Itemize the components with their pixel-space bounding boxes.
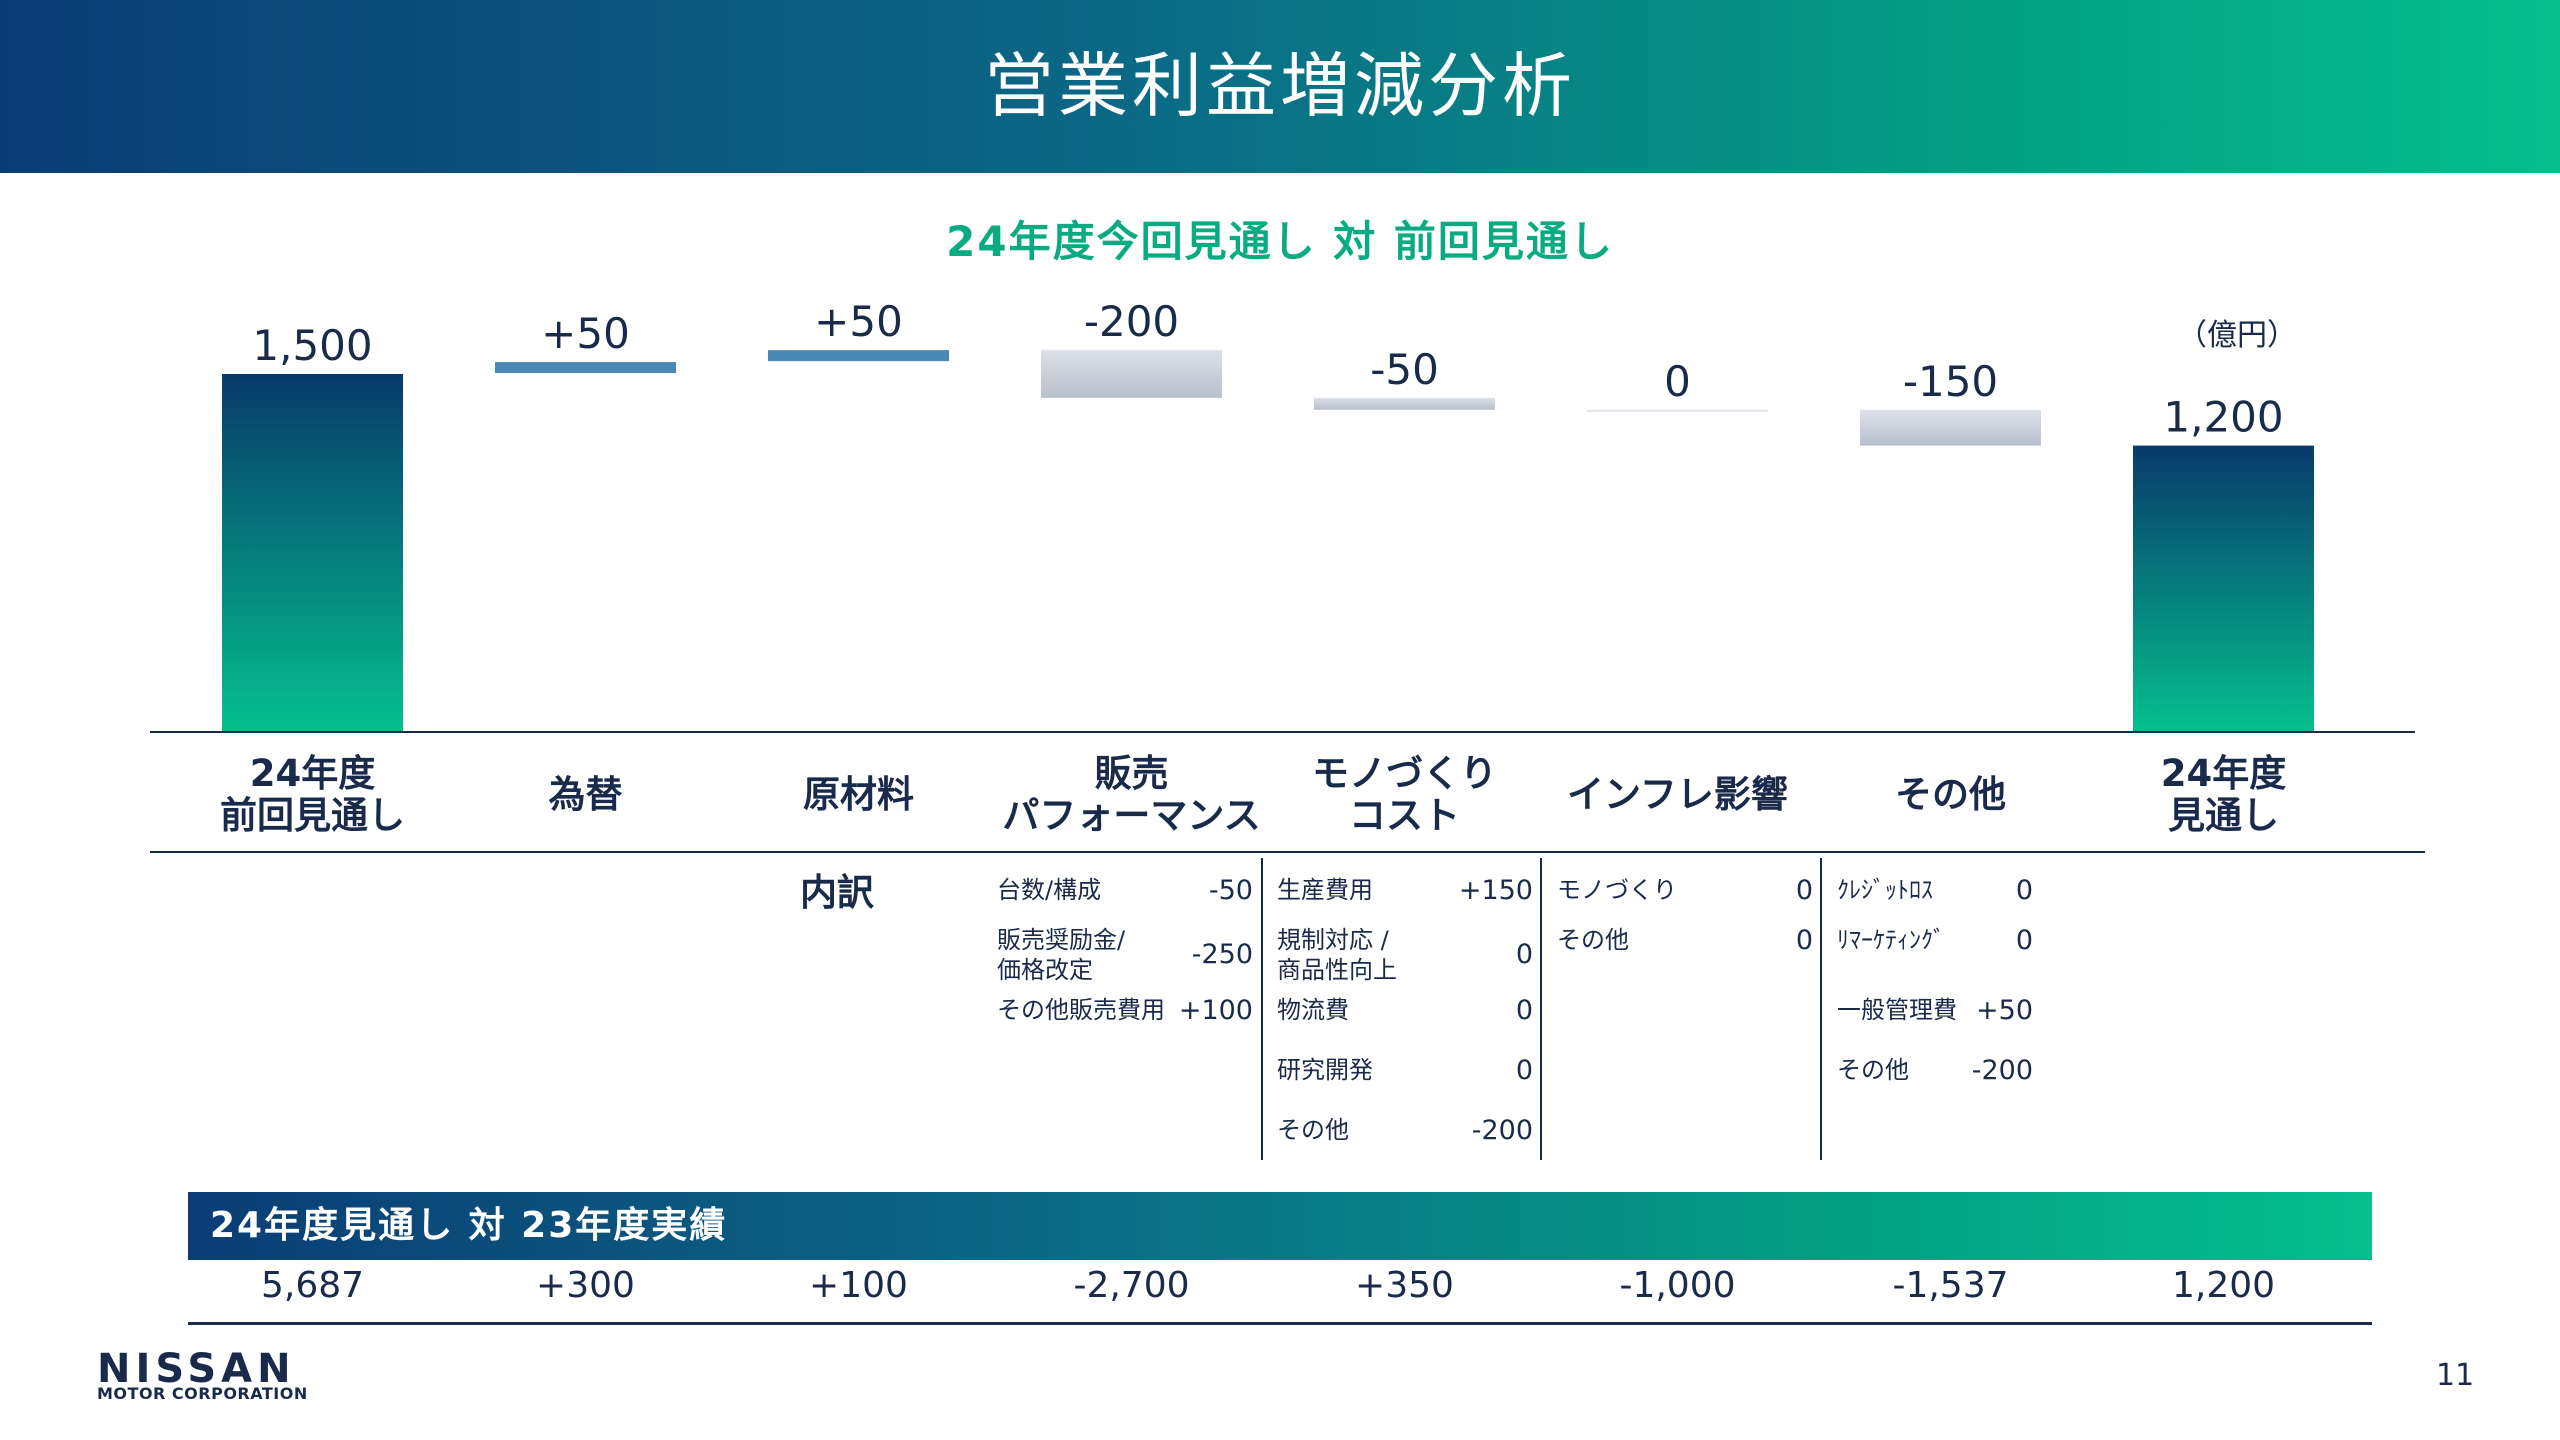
breakdown-item-label: 台数/構成 — [997, 876, 1102, 904]
category-label-6: その他 — [1895, 773, 2006, 816]
unit-label: （億円） — [2177, 318, 2297, 353]
comparison-underline — [188, 1322, 2372, 1325]
breakdown-item-label: その他 — [1837, 1056, 1909, 1084]
category-label-7: 24年度 見通し — [2160, 752, 2287, 837]
bar-value-label-2: +50 — [814, 297, 903, 346]
category-label-3: 販売 パフォーマンス — [1002, 752, 1261, 837]
breakdown-item-value: -50 — [1208, 875, 1253, 906]
breakdown-divider-2 — [1540, 858, 1542, 1160]
breakdown-item-value: 0 — [1795, 875, 1813, 906]
breakdown-item-value: 0 — [1515, 995, 1533, 1026]
bar-value-label-4: -50 — [1370, 345, 1439, 394]
bar-5 — [1587, 409, 1768, 412]
comparison-value-4: +350 — [1355, 1265, 1454, 1306]
breakdown-item-label: その他販売費用 — [997, 996, 1165, 1024]
bar-4 — [1314, 397, 1495, 410]
bar-3 — [1041, 350, 1222, 398]
breakdown-item-label: 生産費用 — [1277, 876, 1373, 904]
comparison-value-7: 1,200 — [2171, 1265, 2276, 1306]
category-label-0: 24年度 前回見通し — [220, 752, 405, 837]
breakdown-item-value: 0 — [1795, 925, 1813, 956]
category-label-2: 原材料 — [803, 773, 914, 816]
breakdown-item-value: +150 — [1458, 875, 1533, 906]
breakdown-item-value: 0 — [2015, 875, 2033, 906]
comparison-value-5: -1,000 — [1619, 1265, 1736, 1306]
breakdown-item-value: 0 — [1515, 939, 1533, 970]
comparison-value-1: +300 — [536, 1265, 635, 1306]
comparison-value-3: -2,700 — [1073, 1265, 1190, 1306]
breakdown-divider-3 — [1820, 858, 1822, 1160]
breakdown-item-value: +100 — [1178, 995, 1253, 1026]
category-label-4: モノづくり コスト — [1312, 752, 1497, 837]
breakdown-item-label: モノづくり — [1557, 876, 1677, 904]
comparison-value-6: -1,537 — [1892, 1265, 2009, 1306]
category-label-5: インフレ影響 — [1567, 773, 1788, 816]
breakdown-item-label: 規制対応 / 商品性向上 — [1277, 926, 1397, 984]
breakdown-item-label: その他 — [1557, 926, 1629, 954]
comparison-value-0: 5,687 — [260, 1265, 365, 1306]
bar-value-label-0: 1,500 — [252, 321, 372, 370]
bar-value-label-3: -200 — [1084, 297, 1179, 346]
breakdown-title: 内訳 — [800, 871, 874, 914]
bar-0 — [222, 374, 403, 732]
bar-1 — [495, 362, 676, 374]
breakdown-divider-1 — [1261, 858, 1263, 1160]
category-label-1: 為替 — [548, 773, 623, 816]
breakdown-item-label: 販売奨励金/ 価格改定 — [997, 926, 1126, 984]
breakdown-item-value: +50 — [1976, 995, 2033, 1026]
bar-value-label-6: -150 — [1903, 357, 1998, 406]
breakdown-item-value: 0 — [2015, 925, 2033, 956]
breakdown-item-label: 研究開発 — [1277, 1056, 1373, 1084]
breakdown-item-label: その他 — [1277, 1116, 1349, 1144]
comparison-title: 24年度見通し 対 23年度実績 — [210, 1205, 728, 1246]
breakdown-item-value: -200 — [1471, 1115, 1533, 1146]
breakdown-item-label: ｸﾚｼﾞｯﾄﾛｽ — [1837, 876, 1933, 904]
bar-6 — [1860, 409, 2041, 446]
bar-value-label-7: 1,200 — [2163, 393, 2283, 442]
breakdown-item-value: 0 — [1515, 1055, 1533, 1086]
breakdown-item-value: -200 — [1971, 1055, 2033, 1086]
bar-value-label-1: +50 — [541, 309, 630, 358]
page-number: 11 — [2436, 1358, 2475, 1393]
breakdown-item-label: 物流費 — [1277, 996, 1349, 1024]
bar-value-label-5: 0 — [1664, 357, 1691, 406]
bar-2 — [768, 350, 949, 362]
breakdown-item-value: -250 — [1191, 939, 1253, 970]
bar-7 — [2133, 445, 2314, 732]
nissan-logo-subtitle: MOTOR CORPORATION — [97, 1384, 308, 1403]
comparison-value-2: +100 — [809, 1265, 908, 1306]
